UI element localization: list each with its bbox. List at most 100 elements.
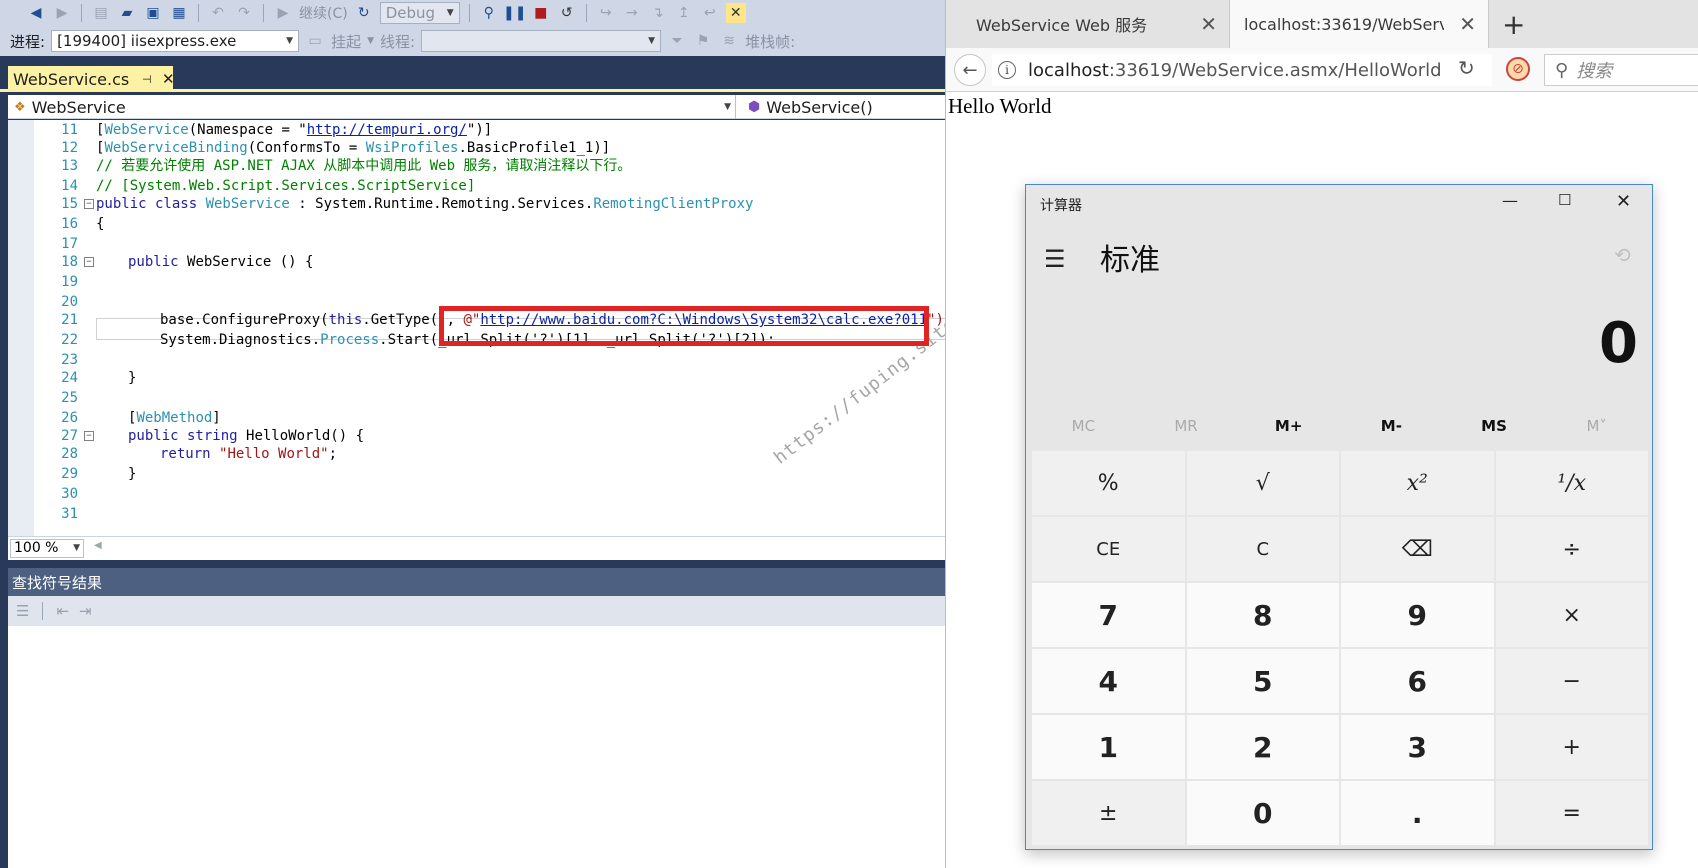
close-icon[interactable]: ✕ xyxy=(162,70,175,88)
editor-status-row: 100 % ▼ ◀ xyxy=(8,536,945,560)
digit-1-button[interactable]: 1 xyxy=(1032,715,1185,779)
digit-0-button[interactable]: 0 xyxy=(1186,781,1339,845)
step-into-icon[interactable]: ↴ xyxy=(648,3,668,23)
collapse-icon[interactable]: − xyxy=(84,199,94,209)
thread-combo[interactable]: ▼ xyxy=(421,30,662,52)
step-out-icon[interactable]: ↥ xyxy=(674,3,694,23)
memory-recall-button[interactable]: MR xyxy=(1135,411,1238,441)
step-over-icon[interactable]: → xyxy=(622,3,642,23)
suspend-button[interactable]: 挂起 xyxy=(331,31,361,52)
process-combo[interactable]: [199400] iisexpress.exe ▼ xyxy=(51,30,300,52)
search-box[interactable]: ⚲ 搜索 xyxy=(1544,54,1698,86)
code-token: Process xyxy=(320,332,380,348)
refresh-icon[interactable]: ↻ xyxy=(354,3,374,23)
history-icon[interactable]: ⟲ xyxy=(1614,243,1631,267)
digit-3-button[interactable]: 3 xyxy=(1341,715,1494,779)
close-icon[interactable]: ✕ xyxy=(1459,12,1476,36)
memory-add-button[interactable]: M+ xyxy=(1237,411,1340,441)
close-icon[interactable]: ✕ xyxy=(1616,191,1631,212)
memory-subtract-button[interactable]: M- xyxy=(1340,411,1443,441)
chevron-down-icon: ▼ xyxy=(286,36,294,46)
equals-button[interactable]: = xyxy=(1495,781,1648,845)
percent-button[interactable]: % xyxy=(1032,451,1185,515)
continue-icon[interactable]: ▶ xyxy=(273,3,293,23)
line-number: 22 xyxy=(61,332,78,348)
maximize-icon[interactable]: ☐ xyxy=(1558,191,1571,209)
close-icon[interactable]: ✕ xyxy=(1200,12,1217,36)
browser-toolbar: ← i localhost:33619/WebService.asmx/Hell… xyxy=(946,48,1698,92)
suspend-icon[interactable]: ▭ xyxy=(305,31,325,51)
restart-icon[interactable]: ↺ xyxy=(557,3,577,23)
previous-result-icon[interactable]: ⇤ xyxy=(56,602,69,620)
negate-button[interactable]: ± xyxy=(1032,781,1185,845)
chevron-down-icon[interactable]: ▼ xyxy=(367,36,374,46)
subtract-button[interactable]: − xyxy=(1495,649,1648,713)
collapse-icon[interactable]: − xyxy=(84,257,94,267)
filter-icon[interactable]: ⏷ xyxy=(667,31,687,51)
threads-icon[interactable]: ≋ xyxy=(719,31,739,51)
config-combo[interactable]: Debug ▼ xyxy=(379,2,460,24)
member-dropdown[interactable]: ⬢ WebService() xyxy=(740,95,945,119)
redo-icon[interactable]: ↷ xyxy=(234,3,254,23)
flag-icon[interactable]: ⚑ xyxy=(693,31,713,51)
clear-results-icon[interactable]: ☰ xyxy=(16,602,29,620)
multiply-button[interactable]: × xyxy=(1495,583,1648,647)
line-number: 15 xyxy=(61,196,78,212)
collapse-icon[interactable]: − xyxy=(84,431,94,441)
minimize-icon[interactable]: — xyxy=(1502,191,1518,210)
divide-button[interactable]: ÷ xyxy=(1495,517,1648,581)
code-token: (Namespace = " xyxy=(188,122,307,138)
digit-4-button[interactable]: 4 xyxy=(1032,649,1185,713)
undo-icon[interactable]: ↶ xyxy=(208,3,228,23)
digit-2-button[interactable]: 2 xyxy=(1186,715,1339,779)
reciprocal-button[interactable]: ¹/x xyxy=(1495,451,1648,515)
pause-icon[interactable]: ❚❚ xyxy=(503,3,526,23)
open-folder-icon[interactable]: ▰ xyxy=(117,3,137,23)
digit-7-button[interactable]: 7 xyxy=(1032,583,1185,647)
info-icon[interactable]: i xyxy=(998,61,1016,79)
back-button[interactable]: ← xyxy=(954,54,986,86)
digit-9-button[interactable]: 9 xyxy=(1341,583,1494,647)
line-number: 11 xyxy=(61,122,78,138)
next-result-icon[interactable]: ⇥ xyxy=(79,602,92,620)
save-icon[interactable]: ▣ xyxy=(143,3,163,23)
square-button[interactable]: x² xyxy=(1341,451,1494,515)
exception-icon[interactable]: ✕ xyxy=(725,3,746,23)
forward-nav-icon[interactable]: ▶ xyxy=(52,3,72,23)
backspace-button[interactable]: ⌫ xyxy=(1341,517,1494,581)
scroll-left-icon[interactable]: ◀ xyxy=(94,540,102,551)
memory-list-button[interactable]: M˅ xyxy=(1545,411,1648,441)
square-root-button[interactable]: √ xyxy=(1186,451,1339,515)
zoom-combo[interactable]: 100 % ▼ xyxy=(10,539,84,558)
line-number: 28 xyxy=(61,446,78,462)
step-back-icon[interactable]: ↩ xyxy=(700,3,720,23)
stop-icon[interactable]: ■ xyxy=(531,3,551,23)
add-button[interactable]: + xyxy=(1495,715,1648,779)
browser-tab-1[interactable]: WebService Web 服务 ✕ xyxy=(946,0,1229,48)
clear-button[interactable]: C xyxy=(1186,517,1339,581)
decimal-button[interactable]: . xyxy=(1341,781,1494,845)
address-bar[interactable]: i localhost:33619/WebService.asmx/HelloW… xyxy=(992,54,1492,86)
digit-5-button[interactable]: 5 xyxy=(1186,649,1339,713)
new-project-icon[interactable]: ▤ xyxy=(91,3,111,23)
digit-8-button[interactable]: 8 xyxy=(1186,583,1339,647)
type-dropdown[interactable]: ❖ WebService ▼ xyxy=(8,95,736,119)
namespace-link[interactable]: http://tempuri.org/ xyxy=(307,122,467,138)
find-icon[interactable]: ⚲ xyxy=(479,3,499,23)
save-all-icon[interactable]: ▦ xyxy=(169,3,189,23)
clear-entry-button[interactable]: CE xyxy=(1032,517,1185,581)
memory-clear-button[interactable]: MC xyxy=(1032,411,1135,441)
new-tab-icon[interactable]: + xyxy=(1502,8,1525,41)
reload-icon[interactable]: ↻ xyxy=(1458,56,1475,80)
browser-tab-2[interactable]: localhost:33619/WebService.a ✕ xyxy=(1229,0,1489,48)
digit-6-button[interactable]: 6 xyxy=(1341,649,1494,713)
memory-store-button[interactable]: MS xyxy=(1443,411,1546,441)
step-icon[interactable]: ↪ xyxy=(596,3,616,23)
line-number: 13 xyxy=(61,158,78,174)
addon-icon[interactable]: ⊘ xyxy=(1506,57,1530,81)
back-nav-icon[interactable]: ◀ xyxy=(26,3,46,23)
hamburger-menu-icon[interactable]: ☰ xyxy=(1044,245,1066,273)
panel-title: 查找符号结果 xyxy=(12,573,103,592)
continue-button[interactable]: 继续(C) xyxy=(299,3,348,23)
pin-icon[interactable]: ⊣ xyxy=(142,73,152,86)
